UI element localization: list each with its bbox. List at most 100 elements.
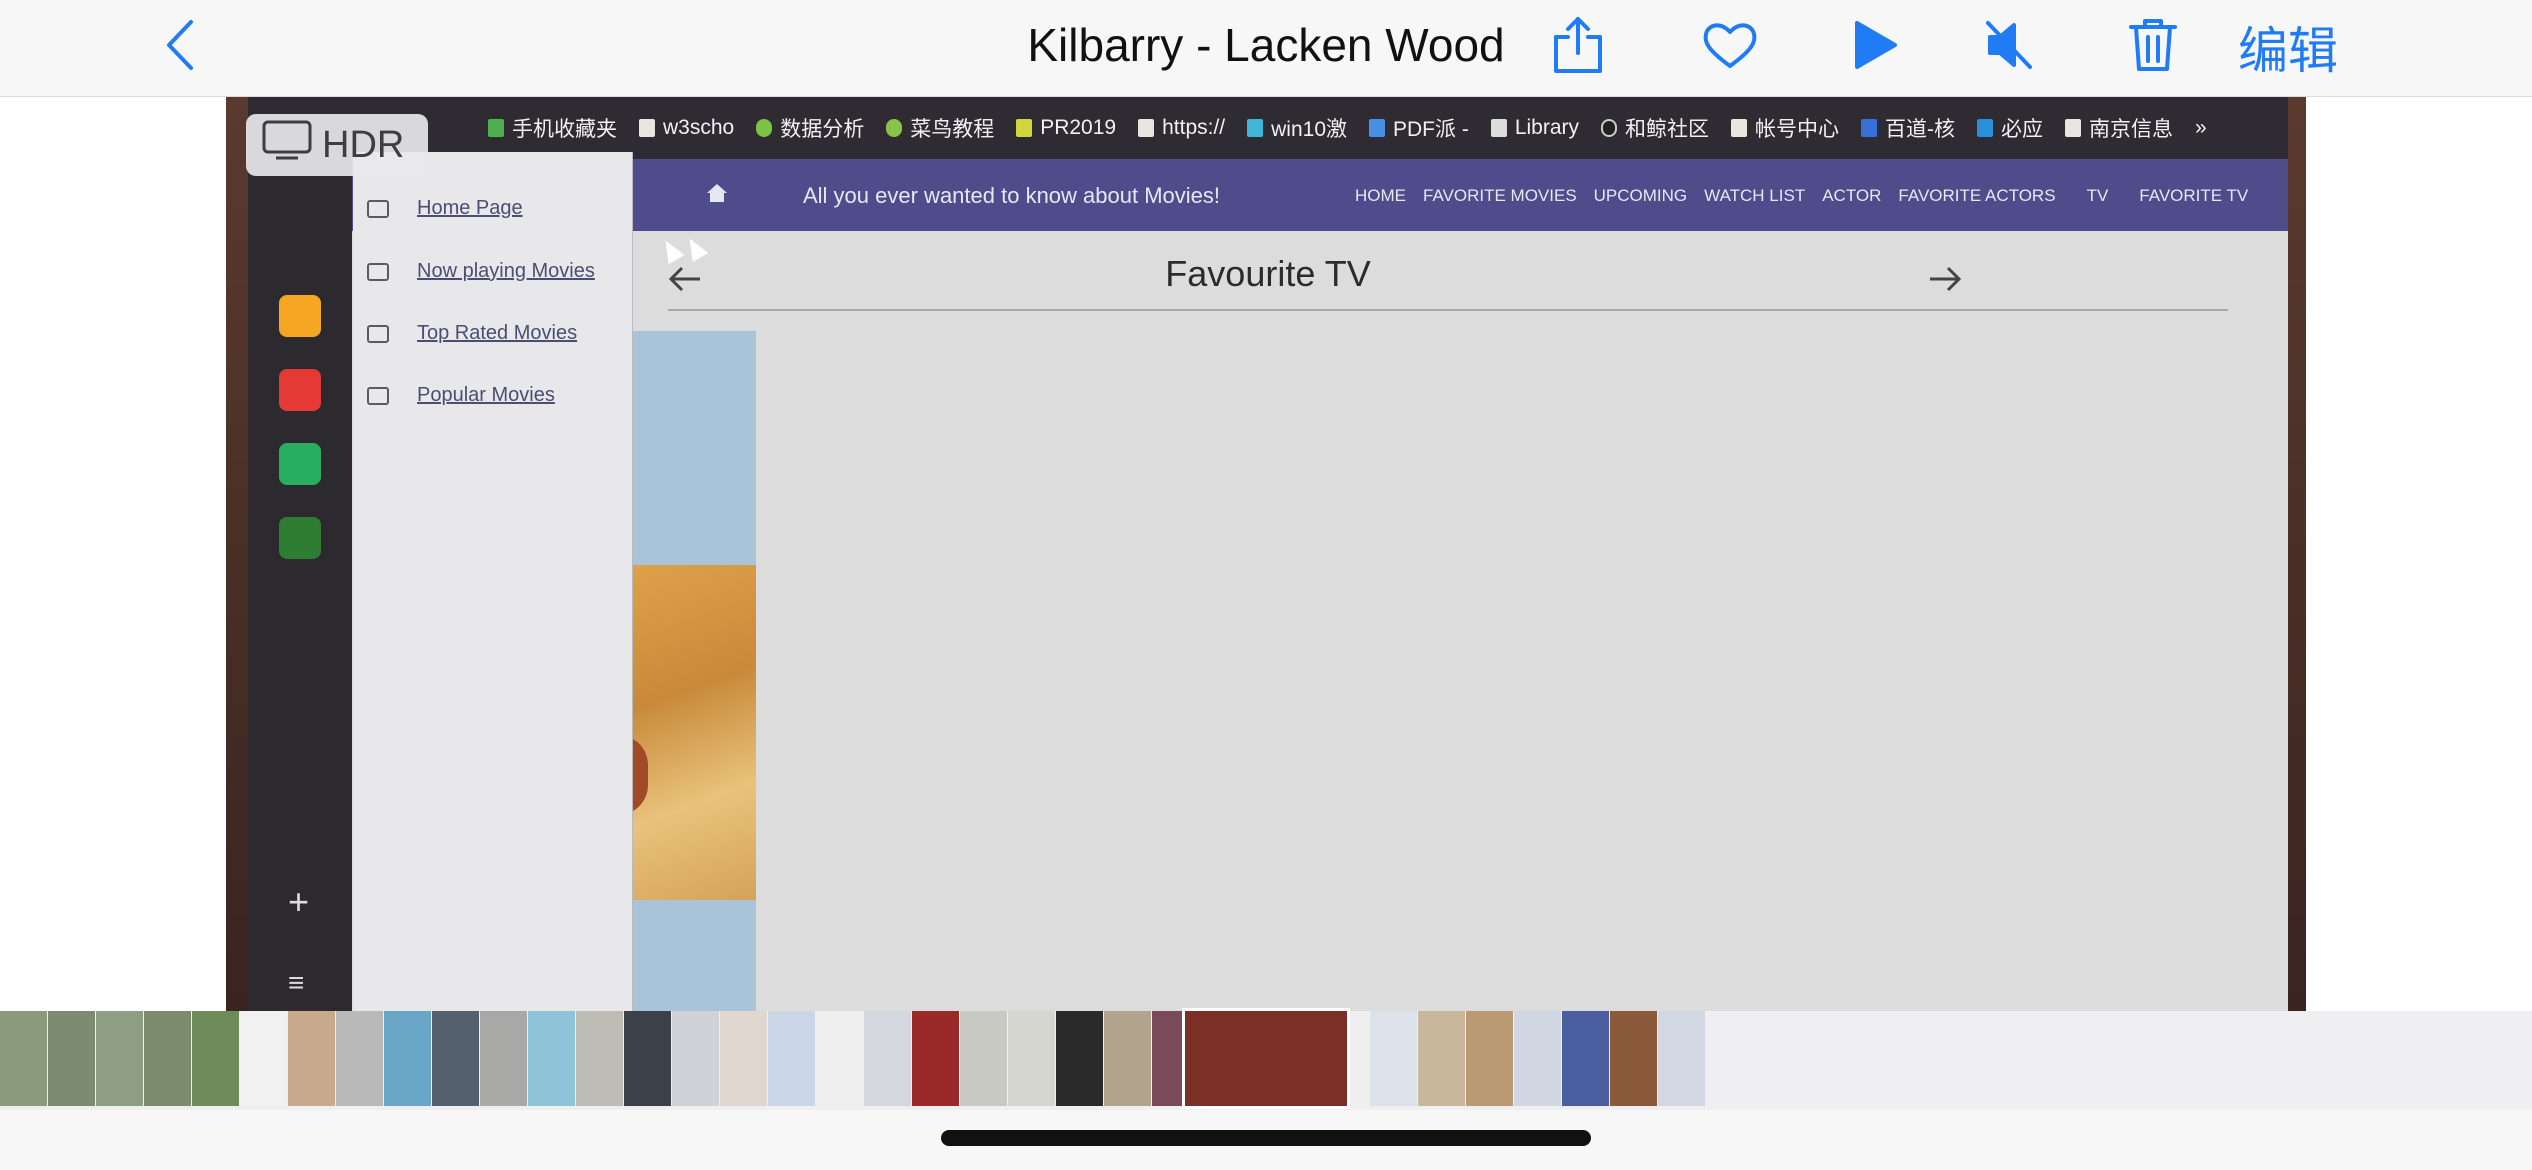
thumbnail-row: [0, 1011, 1199, 1106]
mute-button[interactable]: [1985, 14, 2035, 80]
thumbnail[interactable]: [96, 1011, 143, 1106]
title-divider: [668, 309, 2228, 311]
thumbnail[interactable]: [1658, 1011, 1705, 1106]
bookmarks-overflow[interactable]: »: [2195, 116, 2207, 140]
thumbnail[interactable]: [1562, 1011, 1609, 1106]
bookmark-item[interactable]: 和鲸社区: [1601, 113, 1709, 143]
thumbnail[interactable]: [0, 1011, 47, 1106]
thumbnail[interactable]: [576, 1011, 623, 1106]
site-tagline: All you ever wanted to know about Movies…: [803, 183, 1221, 208]
phone-icon: [488, 119, 504, 137]
home-icon[interactable]: [706, 183, 728, 208]
share-icon: [1552, 15, 1604, 80]
bookmark-item[interactable]: 百道-核: [1861, 113, 1955, 143]
nav-home[interactable]: HOME: [1355, 186, 1406, 206]
thumbnail[interactable]: [768, 1011, 815, 1106]
next-arrow-icon[interactable]: [1928, 266, 1962, 297]
bookmark-item[interactable]: PDF派 -: [1369, 113, 1469, 143]
bookmark-item[interactable]: 数据分析: [756, 113, 864, 143]
nav-actor[interactable]: ACTOR: [1822, 186, 1881, 206]
library-icon: [1490, 119, 1507, 137]
thumbnail[interactable]: [288, 1011, 335, 1106]
laptop-screen: 手机收藏夹 w3scho 数据分析 菜鸟教程 PR2019 https:// w…: [248, 97, 2288, 1011]
bookmark-item[interactable]: PR2019: [1016, 116, 1116, 140]
nav-upcoming[interactable]: UPCOMING: [1594, 186, 1688, 206]
thumbnail[interactable]: [480, 1011, 527, 1106]
thumbnail[interactable]: [624, 1011, 671, 1106]
thumbnail[interactable]: [816, 1011, 863, 1106]
movie-icon: [367, 386, 389, 405]
cloud-icon[interactable]: [279, 517, 321, 559]
weibo-icon[interactable]: [279, 369, 321, 411]
nav-favorite-actors[interactable]: FAVORITE ACTORS: [1898, 186, 2055, 206]
home-indicator[interactable]: [941, 1130, 1591, 1146]
hdr-label: HDR: [322, 123, 405, 166]
thumbnail[interactable]: [1610, 1011, 1657, 1106]
thumbnail[interactable]: [720, 1011, 767, 1106]
thumbnail[interactable]: [1418, 1011, 1465, 1106]
nav-favorite-tv[interactable]: FAVORITE TV: [2139, 186, 2248, 206]
thumbnail[interactable]: [48, 1011, 95, 1106]
favorites-star-icon[interactable]: [279, 295, 321, 337]
thumbnail[interactable]: [1370, 1011, 1417, 1106]
thumbnail[interactable]: [864, 1011, 911, 1106]
bookmark-item[interactable]: win10激: [1247, 113, 1347, 143]
thumbnail[interactable]: [1056, 1011, 1103, 1106]
page-icon: [639, 119, 655, 137]
page-icon: [1731, 119, 1748, 137]
side-menu-popular[interactable]: Popular Movies: [367, 384, 555, 407]
thumbnail[interactable]: [336, 1011, 383, 1106]
thumbnail[interactable]: [384, 1011, 431, 1106]
share-button[interactable]: [1548, 14, 1608, 80]
bookmark-item[interactable]: 手机收藏夹: [488, 113, 617, 143]
thumbnail[interactable]: [960, 1011, 1007, 1106]
thumbnail[interactable]: [240, 1011, 287, 1106]
mute-icon: [1986, 19, 2034, 76]
baidu-icon: [1861, 119, 1878, 137]
bookmark-item[interactable]: 南京信息: [2065, 113, 2173, 143]
delete-button[interactable]: [2125, 14, 2180, 80]
bookmark-item[interactable]: Library: [1490, 116, 1579, 140]
thumbnail[interactable]: [144, 1011, 191, 1106]
trash-icon: [2128, 17, 2177, 78]
menu-list-icon[interactable]: ≡: [288, 967, 304, 999]
thumbnail[interactable]: [1104, 1011, 1151, 1106]
pr-icon: [1016, 119, 1033, 137]
side-menu-top-rated[interactable]: Top Rated Movies: [367, 322, 577, 345]
thumbnail[interactable]: [528, 1011, 575, 1106]
thumbnail-row: [1370, 1011, 1705, 1106]
bookmark-item[interactable]: 必应: [1977, 113, 2043, 143]
video-icon: [367, 262, 389, 281]
pdf-icon: [1369, 119, 1385, 137]
side-menu-now-playing[interactable]: Now playing Movies: [367, 260, 595, 283]
thumbnail[interactable]: [1514, 1011, 1561, 1106]
side-menu-home[interactable]: Home Page: [367, 197, 523, 220]
nav-watch-list[interactable]: WATCH LIST: [1704, 186, 1805, 206]
bookmark-item[interactable]: https://: [1138, 116, 1225, 140]
nav-favorite-movies[interactable]: FAVORITE MOVIES: [1423, 186, 1577, 206]
photos-header: Kilbarry - Lacken Wood 编辑: [0, 0, 2532, 97]
win10-icon: [1247, 119, 1264, 137]
selected-thumbnail[interactable]: [1182, 1008, 1350, 1109]
app-dock: + ≡: [248, 159, 404, 1011]
thumbnail[interactable]: [432, 1011, 479, 1106]
thumbnail[interactable]: [192, 1011, 239, 1106]
bookmark-item[interactable]: 帐号中心: [1731, 113, 1839, 143]
mail-icon[interactable]: [279, 443, 321, 485]
bookmark-item[interactable]: w3scho: [639, 116, 734, 140]
thumbnail[interactable]: [1008, 1011, 1055, 1106]
bookmark-item[interactable]: 菜鸟教程: [886, 113, 994, 143]
play-button[interactable]: [1850, 14, 1900, 80]
page-icon: [1138, 119, 1155, 137]
favorite-button[interactable]: [1700, 14, 1760, 80]
thumbnail[interactable]: [672, 1011, 719, 1106]
add-app-icon[interactable]: +: [288, 881, 309, 923]
thumbnail[interactable]: [1466, 1011, 1513, 1106]
thumbnail-strip[interactable]: [0, 1008, 2532, 1110]
runoob-icon: [886, 119, 903, 137]
thumbnail[interactable]: [912, 1011, 959, 1106]
nav-tv[interactable]: TV: [2087, 186, 2109, 206]
side-menu: Home Page Now playing Movies Top Rated M…: [353, 152, 633, 1011]
edit-button[interactable]: 编辑: [2238, 14, 2338, 80]
bookmarks-bar: 手机收藏夹 w3scho 数据分析 菜鸟教程 PR2019 https:// w…: [248, 97, 2288, 159]
